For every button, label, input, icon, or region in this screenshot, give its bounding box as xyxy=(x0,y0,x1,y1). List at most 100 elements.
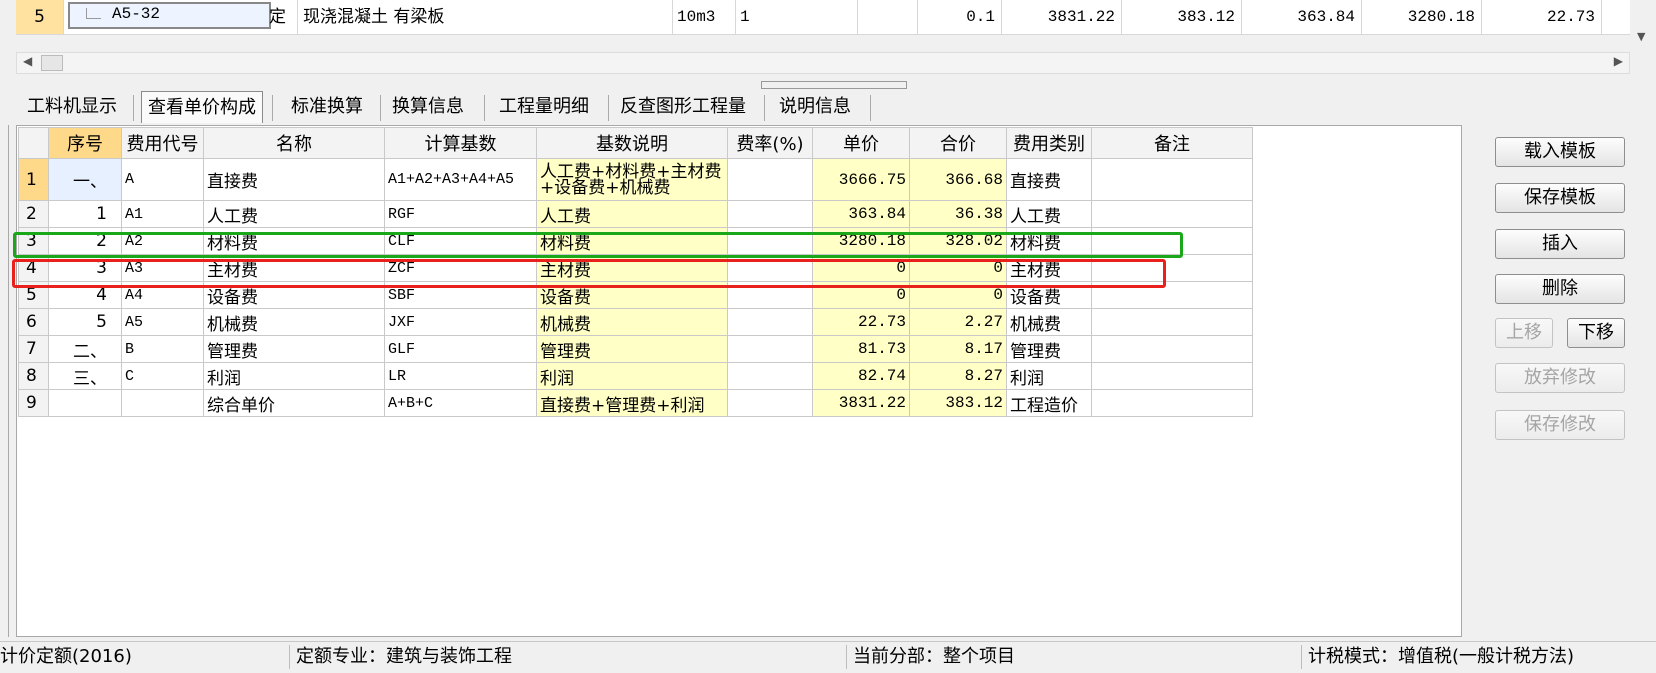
name-cell[interactable]: 利润 xyxy=(203,362,385,390)
rate-cell[interactable] xyxy=(727,335,813,363)
header-corner[interactable] xyxy=(18,127,49,159)
calc-base-cell[interactable]: A1+A2+A3+A4+A5 xyxy=(384,158,537,201)
name-cell[interactable]: 材料费 xyxy=(203,227,385,255)
discard-changes-button[interactable]: 放弃修改 xyxy=(1495,363,1625,393)
table-row[interactable]: 3 2 A2 材料费 CLF 材料费 3280.18 328.02 材料费 xyxy=(18,227,1253,255)
fee-code-cell[interactable]: C xyxy=(121,362,204,390)
rate-cell[interactable] xyxy=(727,158,813,201)
name-cell[interactable]: 综合单价 xyxy=(203,389,385,417)
seq-cell[interactable]: 5 xyxy=(48,308,122,336)
category-cell[interactable]: 人工费 xyxy=(1006,200,1092,228)
row-number[interactable]: 4 xyxy=(18,254,49,282)
tab-standard-conversion[interactable]: 标准换算 xyxy=(282,91,372,123)
horizontal-scrollbar[interactable]: ◀ ▶ xyxy=(16,52,1630,74)
header-note[interactable]: 备注 xyxy=(1091,127,1253,159)
category-cell[interactable]: 利润 xyxy=(1006,362,1092,390)
table-row[interactable]: 6 5 A5 机械费 JXF 机械费 22.73 2.27 机械费 xyxy=(18,308,1253,336)
unit-price-cell[interactable]: 82.74 xyxy=(812,362,910,390)
tab-labor-material-machine[interactable]: 工料机显示 xyxy=(22,91,122,123)
tab-unit-price-composition[interactable]: 查看单价构成 xyxy=(141,91,263,123)
total-cell[interactable]: 328.02 xyxy=(909,227,1007,255)
note-cell[interactable] xyxy=(1091,308,1253,336)
header-total[interactable]: 合价 xyxy=(909,127,1007,159)
unit-price-cell[interactable]: 0 xyxy=(812,281,910,309)
total-cell[interactable]: 0 xyxy=(909,281,1007,309)
item-price-5[interactable]: 22.73 xyxy=(1482,0,1602,34)
item-price-3[interactable]: 363.84 xyxy=(1242,0,1362,34)
seq-cell[interactable]: 三、 xyxy=(48,362,122,390)
header-category[interactable]: 费用类别 xyxy=(1006,127,1092,159)
category-cell[interactable]: 直接费 xyxy=(1006,158,1092,201)
scroll-down-arrow-icon[interactable]: ▼ xyxy=(1637,30,1645,43)
rate-cell[interactable] xyxy=(727,254,813,282)
unit-price-cell[interactable]: 22.73 xyxy=(812,308,910,336)
rate-cell[interactable] xyxy=(727,308,813,336)
calc-base-cell[interactable]: JXF xyxy=(384,308,537,336)
name-cell[interactable]: 主材费 xyxy=(203,254,385,282)
rate-cell[interactable] xyxy=(727,200,813,228)
fee-code-cell[interactable]: A4 xyxy=(121,281,204,309)
row-number[interactable]: 2 xyxy=(18,200,49,228)
table-row[interactable]: 9 综合单价 A+B+C 直接费+管理费+利润 3831.22 383.12 工程造价 xyxy=(18,389,1253,417)
note-cell[interactable] xyxy=(1091,389,1253,417)
row-number[interactable]: 8 xyxy=(18,362,49,390)
rate-cell[interactable] xyxy=(727,389,813,417)
name-cell[interactable]: 直接费 xyxy=(203,158,385,201)
category-cell[interactable]: 机械费 xyxy=(1006,308,1092,336)
scroll-right-arrow-icon[interactable]: ▶ xyxy=(1614,54,1623,68)
category-cell[interactable]: 主材费 xyxy=(1006,254,1092,282)
row-number[interactable]: 1 xyxy=(18,158,49,201)
note-cell[interactable] xyxy=(1091,227,1253,255)
seq-cell[interactable]: 二、 xyxy=(48,335,122,363)
unit-price-cell[interactable]: 81.73 xyxy=(812,335,910,363)
name-cell[interactable]: 机械费 xyxy=(203,308,385,336)
total-cell[interactable]: 366.68 xyxy=(909,158,1007,201)
load-template-button[interactable]: 载入模板 xyxy=(1495,137,1625,167)
unit-price-cell[interactable]: 3666.75 xyxy=(812,158,910,201)
note-cell[interactable] xyxy=(1091,254,1253,282)
seq-cell[interactable]: 一、 xyxy=(48,158,122,201)
name-cell[interactable]: 管理费 xyxy=(203,335,385,363)
name-cell[interactable]: 人工费 xyxy=(203,200,385,228)
item-quantity[interactable]: 1 xyxy=(736,0,858,34)
row-number[interactable]: 3 xyxy=(18,227,49,255)
header-unit-price[interactable]: 单价 xyxy=(812,127,910,159)
rate-cell[interactable] xyxy=(727,281,813,309)
seq-cell[interactable] xyxy=(48,389,122,417)
calc-base-cell[interactable]: A+B+C xyxy=(384,389,537,417)
move-down-button[interactable]: 下移 xyxy=(1567,318,1625,348)
category-cell[interactable]: 工程造价 xyxy=(1006,389,1092,417)
fee-code-cell[interactable]: A2 xyxy=(121,227,204,255)
base-desc-cell[interactable]: 机械费 xyxy=(536,308,728,336)
category-cell[interactable]: 管理费 xyxy=(1006,335,1092,363)
header-rate[interactable]: 费率(%) xyxy=(727,127,813,159)
base-desc-cell[interactable]: 设备费 xyxy=(536,281,728,309)
table-row[interactable]: 2 1 A1 人工费 RGF 人工费 363.84 36.38 人工费 xyxy=(18,200,1253,228)
item-price-4[interactable]: 3280.18 xyxy=(1362,0,1482,34)
code-cell-selected[interactable]: A5-32 xyxy=(68,2,271,29)
total-cell[interactable]: 8.27 xyxy=(909,362,1007,390)
item-rate[interactable]: 0.1 xyxy=(918,0,1002,34)
vertical-scrollbar[interactable]: ▼ xyxy=(1630,0,1656,50)
item-price-1[interactable]: 3831.22 xyxy=(1002,0,1122,34)
table-row[interactable]: 1 一、 A 直接费 A1+A2+A3+A4+A5 人工费+材料费+主材费+设备费+机械费… xyxy=(18,158,1253,201)
category-cell[interactable]: 材料费 xyxy=(1006,227,1092,255)
header-seq[interactable]: 序号 xyxy=(48,127,122,159)
base-desc-cell[interactable]: 主材费 xyxy=(536,254,728,282)
table-row[interactable]: 5 4 A4 设备费 SBF 设备费 0 0 设备费 xyxy=(18,281,1253,309)
scroll-left-arrow-icon[interactable]: ◀ xyxy=(23,54,32,68)
upper-grid-selected-row[interactable]: 5 A5-32 定 现浇混凝土 有梁板 10m3 1 0.1 3831.22 3… xyxy=(16,0,1630,35)
unit-price-cell[interactable]: 363.84 xyxy=(812,200,910,228)
calc-base-cell[interactable]: LR xyxy=(384,362,537,390)
calc-base-cell[interactable]: SBF xyxy=(384,281,537,309)
fee-code-cell[interactable]: A3 xyxy=(121,254,204,282)
note-cell[interactable] xyxy=(1091,335,1253,363)
seq-cell[interactable]: 1 xyxy=(48,200,122,228)
unit-price-cell[interactable]: 3280.18 xyxy=(812,227,910,255)
seq-cell[interactable]: 3 xyxy=(48,254,122,282)
fee-code-cell[interactable]: A5 xyxy=(121,308,204,336)
item-price-2[interactable]: 383.12 xyxy=(1122,0,1242,34)
fee-code-cell[interactable] xyxy=(121,389,204,417)
note-cell[interactable] xyxy=(1091,281,1253,309)
row-number[interactable]: 9 xyxy=(18,389,49,417)
